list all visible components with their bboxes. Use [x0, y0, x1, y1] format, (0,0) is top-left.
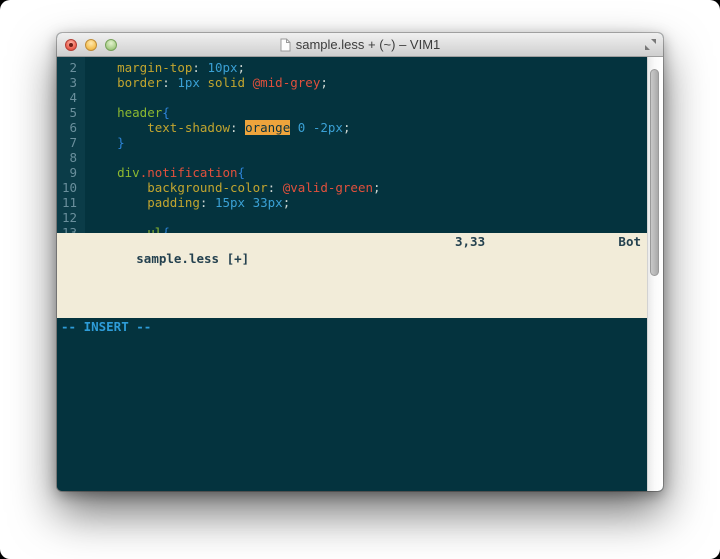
code-token: 1px [177, 75, 200, 90]
code-token [290, 120, 298, 135]
code-token [87, 180, 147, 195]
document-icon [280, 38, 291, 52]
code-token: ; [343, 120, 351, 135]
line-number: 5 [57, 105, 77, 120]
code-token: } [117, 135, 125, 150]
desktop-background: sample.less + (~) – VIM1 2 margin-top: 1… [0, 0, 720, 559]
code-token: solid [207, 75, 245, 90]
code-token: : [200, 195, 215, 210]
code-area[interactable]: 2 margin-top: 10px;3 border: 1px solid @… [57, 57, 647, 233]
line-number: 4 [57, 90, 77, 105]
code-token [87, 60, 117, 75]
code-token: ; [320, 75, 328, 90]
code-token: ; [373, 180, 381, 195]
line-number: 2 [57, 60, 77, 75]
fullscreen-icon[interactable] [644, 38, 657, 51]
code-token [87, 135, 117, 150]
line-number: 8 [57, 150, 77, 165]
zoom-button[interactable] [105, 39, 117, 51]
code-token [87, 75, 117, 90]
code-token [245, 75, 253, 90]
search-highlight: orange [245, 120, 290, 135]
code-token: 15px 33px [215, 195, 283, 210]
code-token: : [192, 60, 207, 75]
code-line[interactable]: 7 } [57, 135, 647, 150]
code-token [87, 120, 147, 135]
code-token: { [162, 105, 170, 120]
code-token: { [238, 165, 246, 180]
code-token: : [162, 75, 177, 90]
code-token: padding [147, 195, 200, 210]
statusline-scroll-position: Bot [618, 233, 641, 250]
line-number: 9 [57, 165, 77, 180]
line-number: 11 [57, 195, 77, 210]
statusline-ruler: 3,33 [455, 233, 485, 250]
minimize-button[interactable] [85, 39, 97, 51]
close-button[interactable] [65, 39, 77, 51]
line-number: 12 [57, 210, 77, 225]
code-token: : [230, 120, 245, 135]
code-token: margin-top [117, 60, 192, 75]
code-token: { [162, 225, 170, 233]
code-token: div [117, 165, 140, 180]
vim-statusline: sample.less [+] 3,33 Bot [57, 233, 647, 318]
window-body: 2 margin-top: 10px;3 border: 1px solid @… [57, 57, 663, 491]
code-token [87, 105, 117, 120]
code-line[interactable]: 8 [57, 150, 647, 165]
code-line[interactable]: 10 background-color: @valid-green; [57, 180, 647, 195]
code-line[interactable]: 6 text-shadow: orange 0 -2px; [57, 120, 647, 135]
line-number: 10 [57, 180, 77, 195]
code-line[interactable]: 4 [57, 90, 647, 105]
code-token: ; [283, 195, 291, 210]
line-number: 13 [57, 225, 77, 233]
vim-mode-message: -- INSERT -- [57, 318, 647, 491]
title-bar[interactable]: sample.less + (~) – VIM1 [57, 33, 663, 57]
code-token: header [117, 105, 162, 120]
scrollbar-track[interactable] [647, 57, 663, 491]
code-token [87, 165, 117, 180]
code-token: 10px [207, 60, 237, 75]
code-line[interactable]: 5 header{ [57, 105, 647, 120]
code-token [87, 195, 147, 210]
code-token: ; [238, 60, 246, 75]
code-line[interactable]: 13 ul{ [57, 225, 647, 233]
code-line[interactable]: 2 margin-top: 10px; [57, 60, 647, 75]
code-token: border [117, 75, 162, 90]
code-token: .notification [140, 165, 238, 180]
line-number: 6 [57, 120, 77, 135]
code-line[interactable]: 9 div.notification{ [57, 165, 647, 180]
vim-window: sample.less + (~) – VIM1 2 margin-top: 1… [57, 33, 663, 491]
code-line[interactable]: 12 [57, 210, 647, 225]
code-token: @valid-green [283, 180, 373, 195]
window-title: sample.less + (~) – VIM1 [296, 37, 441, 52]
code-token [87, 225, 147, 233]
code-token: -2px [313, 120, 343, 135]
title-area: sample.less + (~) – VIM1 [57, 33, 663, 56]
code-line[interactable]: 11 padding: 15px 33px; [57, 195, 647, 210]
code-token: background-color [147, 180, 267, 195]
window-controls [57, 39, 117, 51]
code-token: : [268, 180, 283, 195]
code-line[interactable]: 3 border: 1px solid @mid-grey; [57, 75, 647, 90]
editor-column: 2 margin-top: 10px;3 border: 1px solid @… [57, 57, 647, 491]
code-token: ul [147, 225, 162, 233]
line-number: 7 [57, 135, 77, 150]
scrollbar-thumb[interactable] [650, 69, 659, 276]
statusline-filename: sample.less [+] [136, 251, 249, 266]
code-token: @mid-grey [253, 75, 321, 90]
line-number: 3 [57, 75, 77, 90]
code-token [305, 120, 313, 135]
code-token: text-shadow [147, 120, 230, 135]
